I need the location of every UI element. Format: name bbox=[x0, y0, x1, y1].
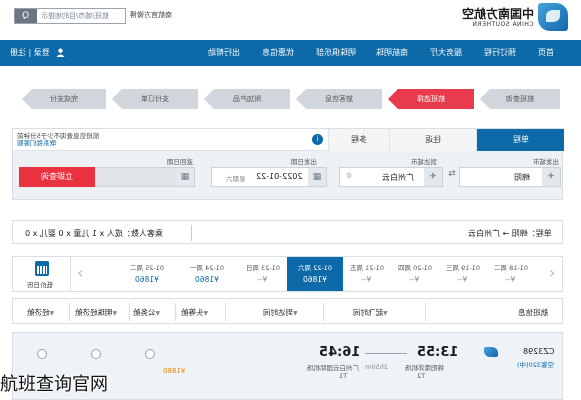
flight-duration: 2h50m bbox=[365, 363, 388, 371]
site-search[interactable]: Q 航班/城市/目的地提示 bbox=[14, 8, 126, 24]
nav-home[interactable]: 首页 bbox=[538, 47, 554, 58]
search-notice: 航班信息查询不少于5分钟前 联系我们客服 bbox=[17, 132, 100, 147]
plane-landing-icon: ✈ bbox=[424, 168, 442, 186]
return-date-field[interactable]: ▦ bbox=[89, 167, 195, 187]
flight-search-panel: 航班信息查询不少于5分钟前 联系我们客服 i 单程 往返 多程 出发城市 到达城… bbox=[12, 128, 564, 200]
nav-deals[interactable]: 优惠信息 bbox=[262, 47, 294, 58]
user-icon bbox=[56, 48, 65, 57]
date-cell[interactable]: 01-25 周二 ¥1860 bbox=[123, 257, 170, 291]
tab-roundtrip[interactable]: 往返 bbox=[389, 129, 476, 151]
departure-terminal: T2 bbox=[417, 372, 426, 380]
search-input[interactable]: 航班/城市/目的地提示 bbox=[41, 11, 109, 21]
sort-business-class[interactable]: ▼公务舱 bbox=[133, 307, 160, 318]
aircraft-model-link[interactable]: 空客320(中) bbox=[517, 359, 554, 369]
watermark-caption: 航班查询官网 bbox=[0, 374, 108, 395]
nav-booking[interactable]: 预订行程 bbox=[484, 47, 516, 58]
step-pay: 支付订单 bbox=[112, 89, 198, 109]
date-cell[interactable]: 01-21 周五 ¥-- bbox=[343, 257, 390, 291]
departure-airport: 绵阳南郊机场 bbox=[405, 364, 444, 372]
contact-link[interactable]: 联系我们客服 bbox=[17, 139, 56, 147]
kapok-logo-icon bbox=[538, 3, 568, 31]
sort-premium-economy[interactable]: ▼明珠经济舱 bbox=[75, 307, 117, 318]
weibo-link[interactable]: 南航官方微博 bbox=[130, 10, 172, 20]
departure-time: 13:55 bbox=[417, 345, 459, 360]
search-button[interactable]: Q bbox=[15, 9, 37, 23]
date-strip: 低价日历 ‹ › 01-18 周二 ¥-- 01-19 周三 ¥-- 01-20… bbox=[12, 256, 563, 292]
plane-takeoff-icon: ✈ bbox=[542, 168, 560, 186]
fare-radio-first[interactable] bbox=[145, 349, 155, 359]
date-cell[interactable]: 01-19 周三 ¥-- bbox=[439, 257, 486, 291]
step-select: 航班选择 bbox=[388, 89, 474, 109]
calendar-icon: ▦ bbox=[308, 168, 326, 186]
sort-economy[interactable]: ▼经济舱 bbox=[27, 307, 54, 318]
swap-cities-icon[interactable]: ⇄ bbox=[445, 169, 459, 185]
logo-chinese-name: 中国南方航空 bbox=[461, 7, 534, 21]
location-pin-icon: ⌾ bbox=[340, 168, 358, 186]
depart-label: 出发日期 bbox=[291, 158, 317, 166]
from-label: 出发城市 bbox=[533, 158, 559, 166]
trip-type-tabs: 航班信息查询不少于5分钟前 联系我们客服 i 单程 往返 多程 bbox=[13, 129, 564, 151]
login-register-link[interactable]: 登录 | 注册 bbox=[10, 47, 50, 58]
fare-radio-business[interactable] bbox=[91, 349, 101, 359]
calendar-icon: ▦ bbox=[176, 168, 194, 186]
nav-pearl[interactable]: 南航明珠 bbox=[376, 47, 408, 58]
sort-arrive-time[interactable]: ▼到达时间 bbox=[263, 307, 298, 318]
date-cell-selected[interactable]: 01-22 周六 ¥1860 bbox=[287, 257, 343, 291]
airline-logo-icon bbox=[484, 347, 498, 357]
step-done: 完成支付 bbox=[22, 89, 106, 109]
route-summary: 单程：绵阳 → 广州白云 乘客人数：成人 x 1 儿童 x 0 婴儿 x 0 bbox=[12, 220, 563, 244]
logo-english-name: CHINA SOUTHERN bbox=[472, 21, 534, 28]
from-city-field[interactable]: ✈ 绵阳 bbox=[459, 167, 561, 187]
flight-path-line bbox=[365, 353, 407, 354]
sort-depart-time[interactable]: ▼起飞时间 bbox=[353, 307, 388, 318]
sort-first-class[interactable]: ▼头等舱 bbox=[181, 307, 208, 318]
nav-service[interactable]: 服务大厅 bbox=[430, 47, 462, 58]
return-label: 返回日期 bbox=[167, 158, 193, 166]
sort-flight-info: 航班信息 bbox=[518, 308, 548, 317]
next-week-arrow[interactable]: › bbox=[549, 263, 555, 282]
main-nav: 登录 | 注册 首页 预订行程 服务大厅 南航明珠 明珠俱乐部 优惠信息 出行帮… bbox=[0, 40, 581, 66]
passenger-count: 乘客人数：成人 x 1 儿童 x 0 婴儿 x 0 bbox=[25, 229, 163, 238]
china-southern-logo[interactable]: 中国南方航空 CHINA SOUTHERN bbox=[456, 3, 568, 33]
date-cell[interactable]: 01-24 周一 ¥1860 bbox=[183, 257, 230, 291]
header: Q 航班/城市/目的地提示 南航官方微博 中国南方航空 CHINA SOUTHE… bbox=[0, 0, 581, 40]
route-text: 单程：绵阳 → 广州白云 bbox=[468, 229, 552, 238]
date-cell[interactable]: 01-23 周日 ¥-- bbox=[239, 257, 286, 291]
prev-week-arrow[interactable]: ‹ bbox=[77, 263, 83, 282]
tab-oneway[interactable]: 单程 bbox=[476, 129, 564, 151]
tab-multicity[interactable]: 多程 bbox=[328, 129, 389, 151]
depart-date-field[interactable]: ▦ 2022-01-22 星期六 bbox=[211, 167, 327, 187]
page-root: Q 航班/城市/目的地提示 南航官方微博 中国南方航空 CHINA SOUTHE… bbox=[0, 0, 581, 400]
step-addons: 附加产品 bbox=[204, 89, 290, 109]
date-cell[interactable]: 01-20 周四 ¥-- bbox=[391, 257, 438, 291]
step-passenger: 旅客信息 bbox=[296, 89, 382, 109]
divider bbox=[191, 225, 192, 241]
nav-help[interactable]: 出行帮助 bbox=[208, 47, 240, 58]
search-icon: Q bbox=[22, 11, 30, 21]
date-cell[interactable]: 01-18 周二 ¥-- bbox=[487, 257, 534, 291]
low-price-calendar-button[interactable]: 低价日历 bbox=[13, 257, 71, 291]
arrival-time: 16:45 bbox=[319, 345, 361, 360]
nav-club[interactable]: 明珠俱乐部 bbox=[316, 47, 356, 58]
booking-steps: 航班查询 航班选择 旅客信息 附加产品 支付订单 完成支付 bbox=[0, 80, 581, 118]
step-search: 航班查询 bbox=[480, 89, 560, 109]
fare-radio-economy[interactable] bbox=[37, 349, 47, 359]
arrival-airport: 广州白云国际机场 bbox=[307, 364, 359, 372]
info-icon[interactable]: i bbox=[312, 134, 323, 145]
sort-header: 航班信息 ▼起飞时间 ▼到达时间 ▼头等舱 ▼公务舱 ▼明珠经济舱 ▼经济舱 bbox=[12, 298, 563, 324]
to-city-field[interactable]: ✈ 广州白云 ⌾ bbox=[339, 167, 443, 187]
arrival-terminal: T1 bbox=[339, 372, 348, 380]
to-label: 到达城市 bbox=[411, 158, 437, 166]
search-flights-button[interactable]: 立即查询 bbox=[19, 167, 95, 187]
calendar-icon bbox=[35, 261, 49, 276]
economy-price: ¥1860 bbox=[163, 367, 186, 375]
flight-number: CZ3298 bbox=[522, 347, 554, 356]
